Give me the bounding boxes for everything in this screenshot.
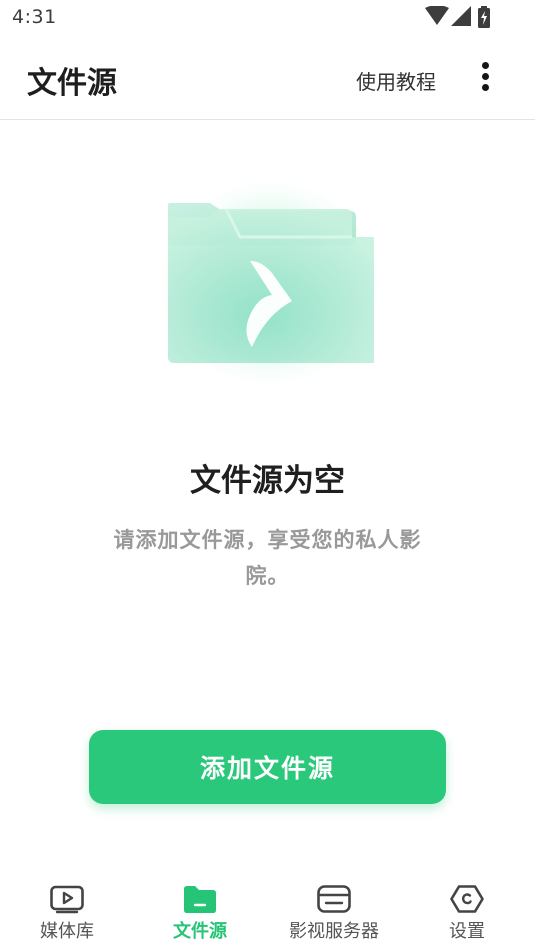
nav-item-settings[interactable]: 设置 (402, 872, 532, 951)
bottom-nav: 媒体库 文件源 影视服务器 设置 (0, 872, 535, 951)
server-icon (317, 885, 351, 913)
more-dot-icon (482, 84, 489, 91)
more-dot-icon (482, 73, 489, 80)
nav-item-file-source[interactable]: 文件源 (135, 872, 265, 951)
settings-icon (450, 885, 484, 913)
nav-label: 媒体库 (40, 921, 94, 942)
media-library-icon (50, 885, 84, 914)
nav-item-media-library[interactable]: 媒体库 (2, 872, 132, 951)
more-options-button[interactable] (470, 56, 502, 96)
empty-folder-illustration (152, 173, 388, 393)
page-title: 文件源 (27, 66, 117, 101)
folder-icon (184, 886, 216, 913)
more-dot-icon (482, 62, 489, 69)
nav-label: 影视服务器 (289, 921, 379, 942)
status-bar: 4:31 (0, 0, 535, 36)
tutorial-link[interactable]: 使用教程 (356, 66, 436, 95)
app-bar: 文件源 使用教程 (0, 36, 535, 120)
screen: 4:31 文件源 使用教程 文件源为空 请添加文件源，享受您的私人影院。 添加文… (0, 0, 535, 951)
nav-item-media-server[interactable]: 影视服务器 (269, 872, 399, 951)
battery-icon (478, 6, 490, 28)
wifi-icon (425, 6, 449, 25)
nav-label: 文件源 (173, 921, 227, 942)
cellular-signal-icon (451, 6, 471, 26)
empty-state-title: 文件源为空 (190, 463, 345, 499)
nav-label: 设置 (449, 921, 485, 942)
empty-state-subtitle: 请添加文件源，享受您的私人影院。 (113, 528, 422, 588)
add-file-source-button[interactable]: 添加文件源 (89, 730, 446, 804)
status-time: 4:31 (12, 6, 57, 28)
